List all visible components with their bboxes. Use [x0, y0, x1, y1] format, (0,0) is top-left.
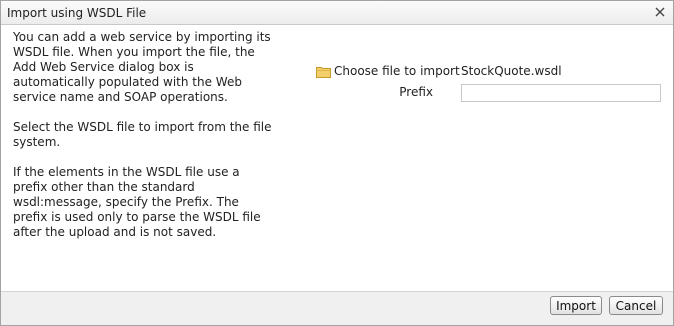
import-button[interactable]: Import: [550, 296, 602, 315]
folder-icon: [316, 65, 331, 78]
dialog-content: You can add a web service by importing i…: [1, 25, 673, 291]
dialog-footer: Import Cancel: [1, 291, 673, 325]
help-paragraph-prefix: If the elements in the WSDL file use a p…: [13, 165, 261, 239]
close-icon[interactable]: [652, 4, 668, 20]
choose-file-button[interactable]: Choose file to import: [316, 64, 460, 78]
import-wsdl-dialog: Import using WSDL File You can add a web…: [0, 0, 674, 326]
help-paragraph-intro: You can add a web service by importing i…: [13, 30, 271, 104]
help-text: You can add a web service by importing i…: [13, 30, 273, 255]
prefix-label: Prefix: [399, 85, 433, 99]
dialog-titlebar: Import using WSDL File: [1, 1, 673, 25]
help-paragraph-select: Select the WSDL file to import from the …: [13, 120, 272, 149]
cancel-button[interactable]: Cancel: [609, 296, 663, 315]
choose-file-label: Choose file to import: [334, 64, 460, 78]
prefix-input[interactable]: [461, 84, 661, 102]
dialog-title: Import using WSDL File: [7, 6, 147, 20]
selected-file-name: StockQuote.wsdl: [461, 64, 562, 78]
